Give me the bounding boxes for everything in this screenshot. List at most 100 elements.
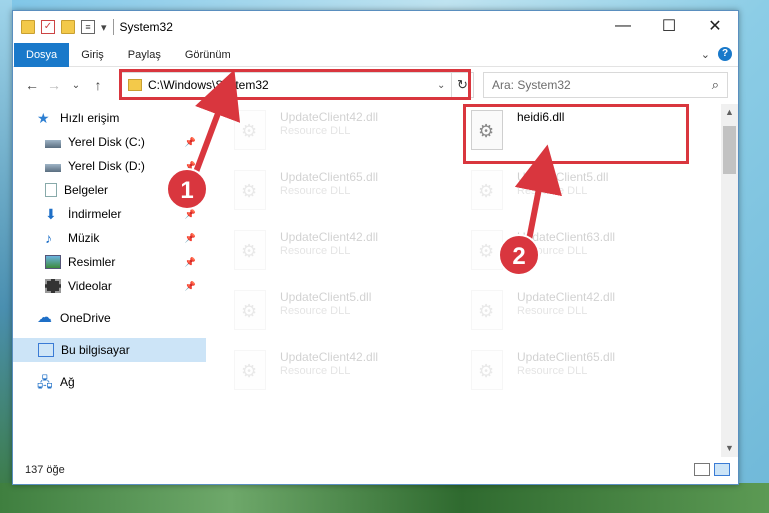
- dll-file-icon: [234, 170, 266, 210]
- forward-button[interactable]: →: [43, 77, 65, 93]
- file-item[interactable]: UpdateClient5.dllResource DLL: [471, 170, 671, 220]
- vertical-scrollbar[interactable]: ▲ ▼: [721, 104, 738, 457]
- details-view-icon[interactable]: [694, 463, 710, 476]
- pin-icon: 📌: [184, 256, 196, 267]
- tab-home[interactable]: Giriş: [69, 43, 116, 67]
- documents-icon: [45, 183, 57, 197]
- folder-icon: [21, 20, 35, 34]
- recent-locations-button[interactable]: ⌄: [65, 80, 87, 91]
- tab-share[interactable]: Paylaş: [116, 43, 173, 67]
- toolbar-dropdown-icon[interactable]: ▾: [101, 21, 107, 34]
- sidebar-item-onedrive[interactable]: ☁ OneDrive: [13, 306, 206, 330]
- star-icon: ★: [37, 110, 50, 126]
- sidebar-item-label: OneDrive: [60, 311, 111, 325]
- step-2-badge: 2: [498, 234, 540, 276]
- file-item[interactable]: UpdateClient42.dllResource DLL: [234, 230, 434, 280]
- computer-icon: [38, 343, 54, 357]
- file-item[interactable]: UpdateClient65.dllResource DLL: [234, 170, 434, 220]
- new-folder-icon[interactable]: [61, 20, 75, 34]
- file-type: Resource DLL: [517, 365, 588, 377]
- dll-file-icon: [471, 170, 503, 210]
- sidebar-item-label: Yerel Disk (C:): [68, 135, 145, 149]
- help-icon[interactable]: ?: [718, 47, 732, 61]
- file-item[interactable]: UpdateClient65.dllResource DLL: [471, 350, 671, 400]
- sidebar-item-pictures[interactable]: Resimler 📌: [13, 250, 206, 274]
- sidebar-item-music[interactable]: ♪ Müzik 📌: [13, 226, 206, 250]
- downloads-icon: ⬇: [45, 206, 57, 222]
- scrollbar-thumb[interactable]: [723, 126, 736, 174]
- file-name: UpdateClient42.dll: [280, 110, 379, 124]
- pictures-icon: [45, 255, 61, 269]
- content-area: ★ Hızlı erişim Yerel Disk (C:) 📌 Yerel D…: [13, 104, 738, 457]
- sidebar-item-label: Ağ: [60, 375, 75, 389]
- file-item[interactable]: UpdateClient42.dllResource DLL: [471, 290, 671, 340]
- file-name: UpdateClient42.dll: [517, 290, 616, 304]
- window-title: System32: [119, 20, 173, 34]
- file-highlight-box: [463, 104, 689, 164]
- navigation-bar: ← → ⌄ ↑ C:\Windows\System32 ⌄ ↻ Ara: Sys…: [13, 67, 738, 103]
- file-item[interactable]: UpdateClient42.dllResource DLL: [234, 110, 434, 160]
- toolbar-customize-icon[interactable]: ≡: [81, 20, 95, 34]
- dll-file-icon: [234, 230, 266, 270]
- file-type: Resource DLL: [280, 245, 351, 257]
- videos-icon: [45, 279, 61, 293]
- file-name: UpdateClient42.dll: [280, 230, 379, 244]
- sidebar-item-local-disk-c[interactable]: Yerel Disk (C:) 📌: [13, 130, 206, 154]
- expand-ribbon-icon[interactable]: ⌄: [701, 48, 710, 61]
- sidebar-item-this-pc[interactable]: Bu bilgisayar: [13, 338, 206, 362]
- item-count: 137 öğe: [25, 464, 65, 476]
- sidebar-item-label: Resimler: [68, 255, 116, 269]
- properties-check-icon[interactable]: ✓: [41, 20, 55, 34]
- sidebar-item-network[interactable]: 🖧 Ağ: [13, 370, 206, 394]
- dll-file-icon: [471, 290, 503, 330]
- navigation-pane: ★ Hızlı erişim Yerel Disk (C:) 📌 Yerel D…: [13, 104, 206, 457]
- scroll-down-icon[interactable]: ▼: [721, 440, 738, 457]
- search-input[interactable]: Ara: System32: [492, 78, 571, 92]
- dll-file-icon: [234, 110, 266, 150]
- dll-file-icon: [234, 290, 266, 330]
- tab-file[interactable]: Dosya: [14, 42, 70, 67]
- close-button[interactable]: ✕: [692, 11, 738, 41]
- network-icon: 🖧: [37, 374, 53, 390]
- file-type: Resource DLL: [517, 185, 588, 197]
- title-bar: ✓ ≡ ▾ System32 — ☐ ✕: [13, 11, 738, 43]
- file-name: UpdateClient5.dll: [517, 170, 609, 184]
- music-icon: ♪: [45, 230, 52, 246]
- sidebar-item-label: Bu bilgisayar: [61, 343, 130, 357]
- pin-icon: 📌: [184, 208, 196, 219]
- file-type: Resource DLL: [280, 185, 351, 197]
- file-item[interactable]: UpdateClient5.dllResource DLL: [234, 290, 434, 340]
- search-icon: ⌕: [711, 77, 719, 92]
- search-box[interactable]: Ara: System32 ⌕: [483, 72, 728, 98]
- file-type: Resource DLL: [517, 305, 588, 317]
- address-highlight-box: [119, 69, 471, 100]
- pin-icon: 📌: [184, 280, 196, 291]
- pin-icon: 📌: [184, 232, 196, 243]
- sidebar-item-label: Belgeler: [64, 183, 109, 197]
- drive-icon: [45, 163, 61, 172]
- sidebar-item-videos[interactable]: Videolar 📌: [13, 274, 206, 298]
- sidebar-item-label: Yerel Disk (D:): [68, 159, 145, 173]
- sidebar-item-label: Hızlı erişim: [60, 111, 120, 125]
- file-name: UpdateClient65.dll: [280, 170, 379, 184]
- ribbon-right: ⌄ ?: [701, 47, 732, 61]
- desktop-background-left: [0, 0, 12, 513]
- file-list: UpdateClient42.dllResource DLL UpdateCli…: [206, 104, 738, 457]
- drive-icon: [45, 139, 61, 148]
- file-type: Resource DLL: [280, 365, 351, 377]
- dll-file-icon: [471, 350, 503, 390]
- window-controls: — ☐ ✕: [600, 11, 738, 41]
- back-button[interactable]: ←: [21, 77, 43, 93]
- up-button[interactable]: ↑: [87, 77, 109, 93]
- tab-view[interactable]: Görünüm: [173, 43, 243, 67]
- maximize-button[interactable]: ☐: [646, 11, 692, 41]
- sidebar-item-label: İndirmeler: [68, 207, 122, 221]
- file-type: Resource DLL: [280, 125, 351, 137]
- desktop-background-bottom: [0, 483, 769, 513]
- sidebar-item-quick-access[interactable]: ★ Hızlı erişim: [13, 106, 206, 130]
- scroll-up-icon[interactable]: ▲: [721, 104, 738, 121]
- file-item[interactable]: UpdateClient42.dllResource DLL: [234, 350, 434, 400]
- minimize-button[interactable]: —: [600, 11, 646, 41]
- large-icons-view-icon[interactable]: [714, 463, 730, 476]
- step-1-badge: 1: [166, 168, 208, 210]
